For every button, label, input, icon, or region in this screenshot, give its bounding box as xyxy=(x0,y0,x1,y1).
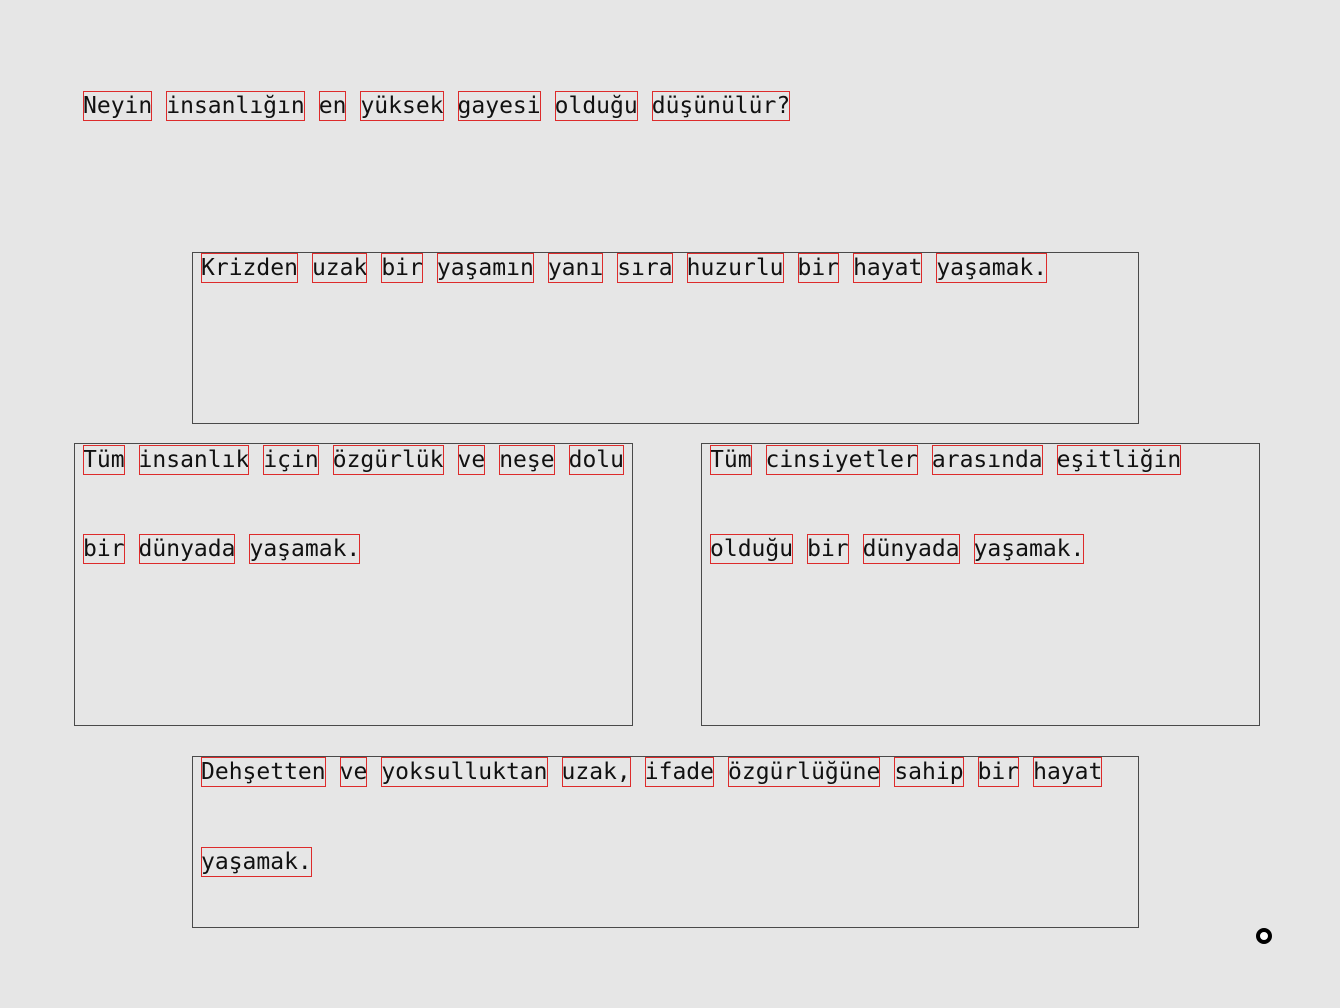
word: yaşamak. xyxy=(249,534,361,564)
word: insanlığın xyxy=(166,91,305,121)
word: Tüm xyxy=(83,445,125,475)
word: en xyxy=(318,91,347,121)
word: düşünülür? xyxy=(651,91,791,121)
answer-option-2[interactable] xyxy=(74,443,633,726)
word: sahip xyxy=(894,757,964,787)
word: yanı xyxy=(547,253,604,283)
answer-option-2-text-line-2: bir dünyada yaşamak. xyxy=(83,534,361,564)
cursor-ring-icon xyxy=(1256,928,1272,944)
word: cinsiyetler xyxy=(765,445,918,475)
word: arasında xyxy=(931,445,1043,475)
word: bir xyxy=(977,757,1020,787)
word: için xyxy=(263,445,319,475)
answer-option-3-text-line-2: olduğu bir dünyada yaşamak. xyxy=(710,534,1085,564)
word: hayat xyxy=(1033,757,1103,787)
word: insanlık xyxy=(138,445,250,475)
word: Tüm xyxy=(710,445,752,475)
word: gayesi xyxy=(457,91,541,121)
word: dünyada xyxy=(862,534,960,564)
word: Neyin xyxy=(83,91,153,121)
word: bir xyxy=(797,253,840,283)
answer-option-3-text-line-1: Tüm cinsiyetler arasında eşitliğin xyxy=(710,445,1182,475)
word: yaşamak. xyxy=(201,847,312,877)
word: huzurlu xyxy=(686,253,784,283)
word: ifade xyxy=(644,757,714,787)
word: bir xyxy=(807,534,849,564)
word: yüksek xyxy=(360,91,444,121)
word: olduğu xyxy=(554,91,638,121)
word: ve xyxy=(457,445,486,475)
word: olduğu xyxy=(710,534,794,564)
word: sıra xyxy=(617,253,673,283)
word: dolu xyxy=(568,445,624,475)
answer-option-4-text-line-1: Dehşetten ve yoksulluktan uzak, ifade özgürlü… xyxy=(201,757,1103,787)
word: yaşamak. xyxy=(973,534,1085,564)
word: uzak xyxy=(311,253,368,283)
word: özgürlük xyxy=(332,445,444,475)
word: hayat xyxy=(853,253,923,283)
word: neşe xyxy=(499,445,555,475)
word: dünyada xyxy=(138,534,236,564)
word: yaşamın xyxy=(436,253,534,283)
answer-option-4-text-line-2: yaşamak. xyxy=(201,847,312,877)
word: eşitliğin xyxy=(1056,445,1182,475)
question-text: Neyin insanlığın en yüksek gayesi olduğu düşün… xyxy=(83,91,791,121)
word: özgürlüğüne xyxy=(728,757,881,787)
answer-option-3[interactable] xyxy=(701,443,1260,726)
word: Dehşetten xyxy=(201,757,326,787)
word: bir xyxy=(83,534,125,564)
word: yoksulluktan xyxy=(381,757,548,787)
word: ve xyxy=(339,757,368,787)
answer-option-2-text-line-1: Tüm insanlık için özgürlük ve neşe dolu xyxy=(83,445,624,475)
word: bir xyxy=(381,253,423,283)
word: uzak, xyxy=(561,757,631,787)
word: Krizden xyxy=(201,253,298,283)
word: yaşamak. xyxy=(936,253,1048,283)
answer-option-1-text: Krizden uzak bir yaşamın yanı sıra huzurlu bir h… xyxy=(201,253,1048,283)
